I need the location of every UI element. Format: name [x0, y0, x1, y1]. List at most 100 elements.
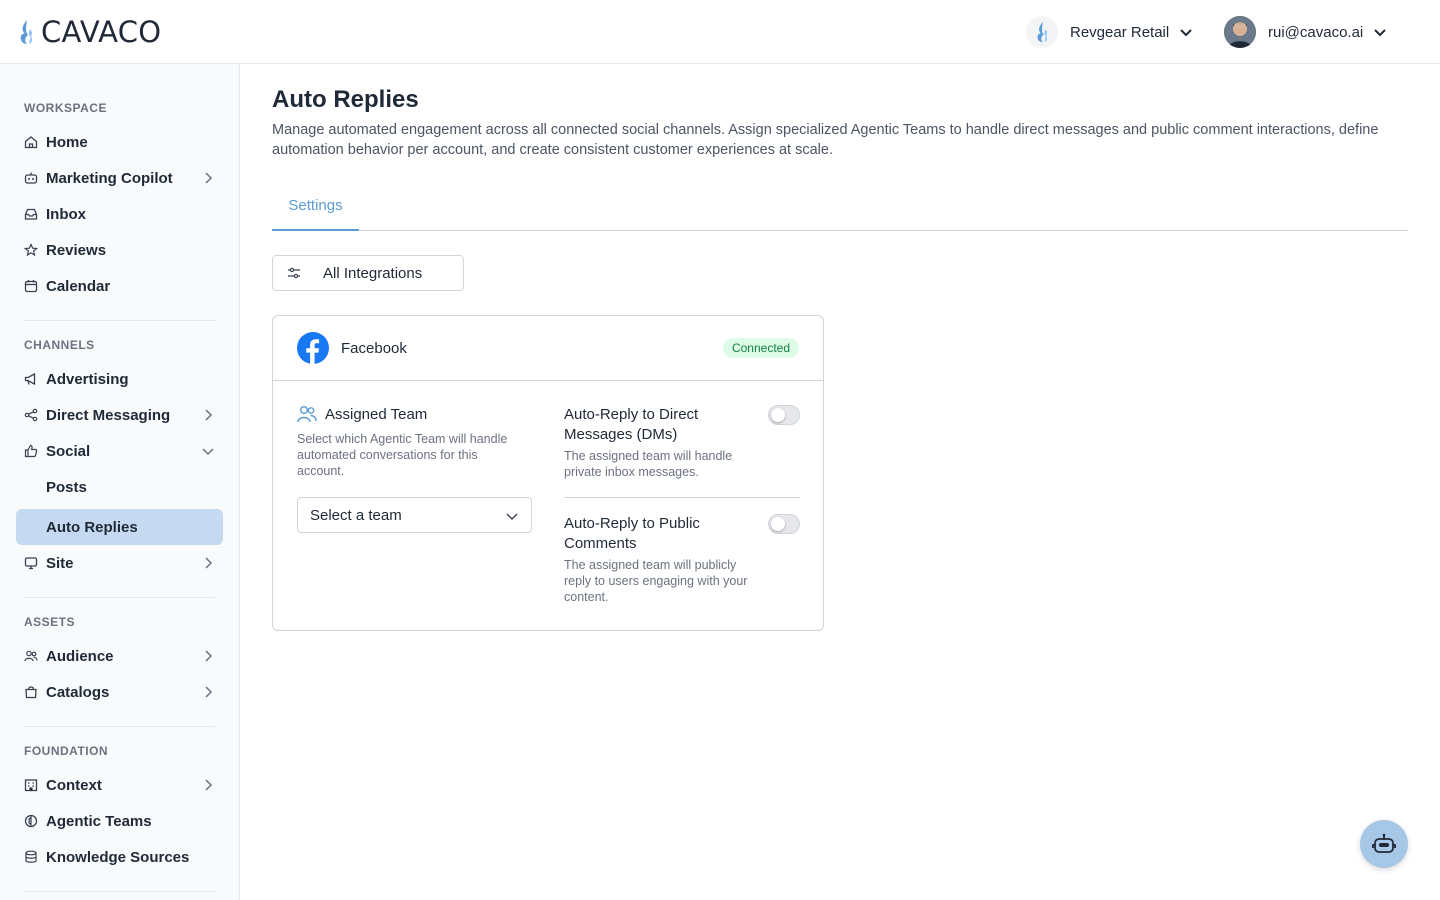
- top-header: CAVACO Revgear Retail rui@cavaco.ai: [0, 0, 1440, 64]
- database-icon: [24, 850, 38, 864]
- tab-settings[interactable]: Settings: [272, 186, 359, 231]
- chevron-right-icon: [205, 686, 213, 698]
- sidebar-item-home[interactable]: Home: [16, 124, 223, 160]
- sidebar-item-advertising[interactable]: Advertising: [16, 361, 223, 397]
- user-email: rui@cavaco.ai: [1268, 23, 1364, 41]
- sidebar-item-label: Audience: [46, 647, 114, 665]
- page-title: Auto Replies: [272, 86, 419, 113]
- logo[interactable]: CAVACO: [18, 14, 161, 50]
- building-icon: [24, 778, 38, 792]
- sidebar-item-knowledge-sources[interactable]: Knowledge Sources: [16, 839, 223, 875]
- chevron-down-icon: [1374, 29, 1386, 37]
- team-select[interactable]: Select a team: [297, 497, 532, 533]
- sidebar-item-label: Social: [46, 442, 91, 460]
- filter-label: All Integrations: [323, 264, 423, 282]
- auto-reply-comments-option: Auto-Reply to Public Comments The assign…: [564, 514, 800, 605]
- shopping-bag-icon: [24, 685, 38, 699]
- sidebar-item-context[interactable]: Context: [16, 767, 223, 803]
- section-label-workspace: WORKSPACE: [24, 101, 107, 115]
- tab-bar: Settings: [272, 186, 1408, 231]
- assistant-button[interactable]: [1360, 820, 1408, 868]
- monitor-icon: [24, 556, 38, 570]
- section-label-foundation: FOUNDATION: [24, 744, 109, 758]
- robot-icon: [1372, 833, 1396, 853]
- option-divider: [564, 497, 800, 498]
- sidebar-item-reviews[interactable]: Reviews: [16, 232, 223, 268]
- auto-reply-comments-description: The assigned team will publicly reply to…: [564, 558, 748, 604]
- integration-card-facebook: Facebook Connected Assigned Team Select …: [272, 315, 824, 631]
- share-icon: [24, 408, 38, 422]
- auto-reply-dm-title: Auto-Reply to Direct Messages (DMs): [564, 406, 699, 443]
- section-label-assets: ASSETS: [24, 615, 76, 629]
- auto-reply-comments-title: Auto-Reply to Public Comments: [564, 515, 700, 552]
- chevron-down-icon: [1180, 29, 1192, 37]
- flame-logo-icon: [20, 20, 33, 44]
- org-logo-icon: [1026, 16, 1058, 48]
- assigned-team-description: Select which Agentic Team will handle au…: [297, 432, 508, 478]
- users-icon: [24, 649, 38, 663]
- megaphone-icon: [24, 372, 38, 386]
- chevron-down-icon: [202, 448, 214, 456]
- avatar: [1224, 16, 1256, 48]
- calendar-icon: [24, 279, 38, 293]
- sidebar-item-calendar[interactable]: Calendar: [16, 268, 223, 304]
- sidebar-item-auto-replies[interactable]: Auto Replies: [16, 509, 223, 545]
- sidebar-divider: [24, 891, 215, 892]
- assigned-team-section: Assigned Team Select which Agentic Team …: [297, 405, 533, 533]
- sidebar-divider: [24, 320, 215, 321]
- chevron-down-icon: [506, 513, 518, 520]
- sidebar-item-label: Home: [46, 133, 88, 151]
- sidebar-item-direct-messaging[interactable]: Direct Messaging: [16, 397, 223, 433]
- sidebar-divider: [24, 597, 215, 598]
- sidebar-item-label: Knowledge Sources: [46, 848, 190, 866]
- sidebar-item-label: Advertising: [46, 370, 129, 388]
- sidebar-item-audience[interactable]: Audience: [16, 638, 223, 674]
- sidebar: WORKSPACE Home Marketing Copilot Inbox R…: [0, 64, 240, 900]
- logo-text: CAVACO: [41, 15, 162, 49]
- sidebar-item-label: Calendar: [46, 277, 111, 295]
- thumbs-up-icon: [24, 444, 38, 458]
- integration-name: Facebook: [341, 340, 407, 357]
- sidebar-item-posts[interactable]: Posts: [16, 469, 223, 505]
- sidebar-item-label: Context: [46, 776, 102, 794]
- auto-reply-dm-toggle[interactable]: [768, 405, 800, 425]
- sidebar-item-label: Agentic Teams: [46, 812, 152, 830]
- sidebar-item-label: Reviews: [46, 241, 107, 259]
- sliders-icon: [288, 267, 300, 279]
- page-description: Manage automated engagement across all c…: [272, 122, 1379, 158]
- auto-reply-comments-toggle[interactable]: [768, 514, 800, 534]
- sidebar-item-agentic-teams[interactable]: Agentic Teams: [16, 803, 223, 839]
- card-header: Facebook Connected: [273, 316, 823, 381]
- chevron-right-icon: [205, 172, 213, 184]
- auto-reply-dm-option: Auto-Reply to Direct Messages (DMs) The …: [564, 405, 800, 480]
- users-icon: [297, 406, 317, 423]
- chevron-right-icon: [205, 557, 213, 569]
- sidebar-item-inbox[interactable]: Inbox: [16, 196, 223, 232]
- sidebar-item-label: Posts: [46, 478, 87, 496]
- chevron-right-icon: [205, 650, 213, 662]
- sidebar-item-marketing-copilot[interactable]: Marketing Copilot: [16, 160, 223, 196]
- section-label-channels: CHANNELS: [24, 338, 95, 352]
- inbox-icon: [24, 207, 38, 221]
- team-select-value: Select a team: [310, 506, 402, 524]
- chevron-right-icon: [205, 779, 213, 791]
- facebook-icon: [297, 332, 329, 364]
- sidebar-item-label: Direct Messaging: [46, 406, 171, 424]
- sidebar-item-label: Inbox: [46, 205, 86, 223]
- status-badge: Connected: [722, 338, 799, 358]
- assigned-team-title: Assigned Team: [325, 405, 428, 423]
- star-icon: [24, 243, 38, 257]
- sidebar-item-catalogs[interactable]: Catalogs: [16, 674, 223, 710]
- sidebar-item-label: Catalogs: [46, 683, 110, 701]
- sidebar-item-social[interactable]: Social: [16, 433, 223, 469]
- integration-filter-button[interactable]: All Integrations: [272, 255, 464, 291]
- org-switcher[interactable]: Revgear Retail: [1026, 16, 1193, 48]
- user-menu[interactable]: rui@cavaco.ai: [1224, 16, 1387, 48]
- sidebar-item-label: Site: [46, 554, 74, 572]
- sidebar-item-site[interactable]: Site: [16, 545, 223, 581]
- chevron-right-icon: [205, 409, 213, 421]
- org-name: Revgear Retail: [1070, 23, 1170, 41]
- sidebar-divider: [24, 726, 215, 727]
- auto-reply-dm-description: The assigned team will handle private in…: [564, 449, 733, 479]
- sidebar-item-label: Auto Replies: [46, 518, 138, 536]
